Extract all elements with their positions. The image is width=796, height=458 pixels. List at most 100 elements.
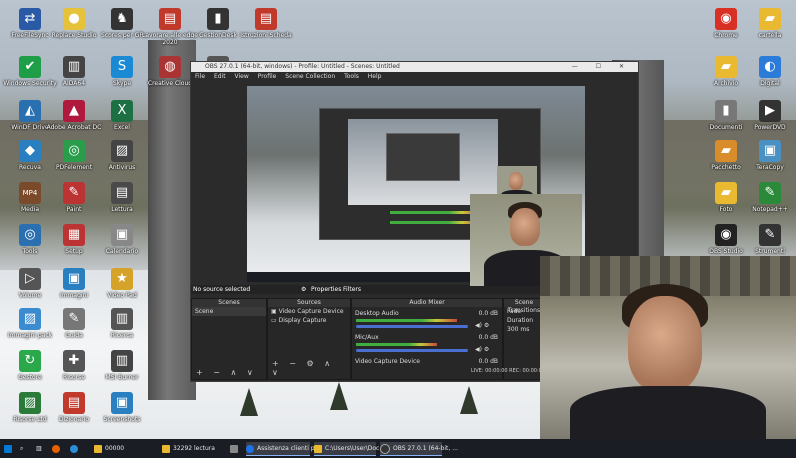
- desktop-icon-label: TeraCopy: [756, 164, 784, 171]
- desktop-icon-label: Excel: [114, 124, 130, 131]
- app-icon: ▥: [111, 350, 133, 372]
- mixer-channel-db: 0.0 dB: [478, 310, 498, 317]
- desktop-icon[interactable]: ✎ Strumenti: [742, 224, 796, 255]
- desktop-icon-label: Istruzioni Scheda: [240, 32, 292, 39]
- source-item[interactable]: ▭ Display Capture: [268, 316, 350, 325]
- volume-slider[interactable]: [356, 325, 468, 328]
- nested-audio-meter: [390, 221, 480, 224]
- search-icon[interactable]: ⌕: [20, 442, 23, 455]
- desktop-icon[interactable]: ▥ MSI Burner: [94, 350, 150, 381]
- speaker-icon[interactable]: ◀) ⚙: [472, 345, 489, 354]
- scene-item[interactable]: Scene: [192, 307, 266, 316]
- filters-button[interactable]: Filters: [343, 285, 361, 294]
- taskbar-item-explorer[interactable]: C:\Users\User\Doc...: [314, 442, 385, 456]
- desktop-icon[interactable]: ◐ Digital: [742, 56, 796, 87]
- desktop-icon-label: Ricerca: [110, 332, 134, 339]
- no-source-label: No source selected: [193, 286, 251, 293]
- desktop-icon-label: Video Pad: [107, 292, 137, 299]
- app-icon: ▤: [159, 8, 181, 30]
- menu-view[interactable]: View: [235, 73, 249, 80]
- desktop-icon[interactable]: ▣ Screenshots: [94, 392, 150, 423]
- folder-icon: [314, 444, 322, 453]
- app-icon: ▰: [759, 8, 781, 30]
- mixer-channel-name: Video Capture Device: [355, 358, 421, 365]
- transition-duration[interactable]: Duration 300 ms: [504, 316, 544, 334]
- app-icon: ●: [63, 8, 85, 30]
- app-icon: ◎: [19, 224, 41, 246]
- scene-controls[interactable]: + − ∧ ∨: [196, 368, 257, 377]
- app-icon: ⇄: [19, 8, 41, 30]
- audio-level-meter: [356, 319, 457, 322]
- app-icon: ✎: [63, 308, 85, 330]
- desktop-icon[interactable]: ▥ Ricerca: [94, 308, 150, 339]
- obs-menubar: File Edit View Profile Scene Collection …: [191, 72, 638, 81]
- app-icon: ★: [111, 268, 133, 290]
- app-icon: ◉: [715, 8, 737, 30]
- monitor-icon: ▭: [271, 317, 279, 324]
- menu-help[interactable]: Help: [368, 73, 382, 80]
- app-icon: ▣: [759, 140, 781, 162]
- app-icon: ▨: [111, 140, 133, 162]
- background-tower: [148, 40, 196, 400]
- menu-edit[interactable]: Edit: [214, 73, 226, 80]
- taskbar-item[interactable]: 00000: [94, 442, 154, 455]
- app-icon: X: [111, 100, 133, 122]
- firefox-icon[interactable]: [52, 442, 63, 455]
- sources-header: Sources: [268, 299, 350, 307]
- app-icon: ◆: [19, 140, 41, 162]
- app-icon: ▣: [111, 392, 133, 414]
- window-controls[interactable]: — ☐ ✕: [572, 62, 632, 72]
- app-icon: ▨: [19, 392, 41, 414]
- app-icon: ▰: [715, 56, 737, 78]
- mixer-channel-db: 0.0 dB: [478, 358, 498, 365]
- properties-button[interactable]: Properties: [311, 285, 341, 294]
- mixer-channel-name: Desktop Audio: [355, 310, 399, 317]
- app-icon: ✔: [19, 56, 41, 78]
- app-icon: ▶: [759, 100, 781, 122]
- app-icon: ✎: [759, 182, 781, 204]
- desktop-icon[interactable]: ▶ PowerDVD: [742, 100, 796, 131]
- taskbar-item-chrome[interactable]: Assistenza clienti pr...: [246, 442, 322, 456]
- app-icon: ✚: [63, 350, 85, 372]
- webcam-large: [540, 256, 796, 439]
- desktop-icon-label: Strumenti: [755, 248, 785, 255]
- gear-icon[interactable]: ⚙: [301, 285, 306, 294]
- speaker-icon[interactable]: ◀) ⚙: [472, 321, 489, 330]
- app-icon: ↻: [19, 350, 41, 372]
- desktop-icon-label: Notepad++: [752, 206, 788, 213]
- desktop-icon[interactable]: ✎ Notepad++: [742, 182, 796, 213]
- obs-titlebar[interactable]: OBS 27.0.1 (64-bit, windows) - Profile: …: [191, 62, 638, 72]
- menu-scene-collection[interactable]: Scene Collection: [285, 73, 335, 80]
- app-icon: ▰: [715, 140, 737, 162]
- edge-icon[interactable]: [70, 442, 81, 455]
- terminal-icon[interactable]: [230, 442, 241, 455]
- taskview-icon[interactable]: ▥: [36, 442, 42, 455]
- taskbar-item[interactable]: 32292 lectura: [162, 442, 224, 455]
- start-button[interactable]: [4, 442, 16, 455]
- desktop-icon[interactable]: ▨ Antivirus: [94, 140, 150, 171]
- app-icon: ▲: [63, 100, 85, 122]
- desktop-icon[interactable]: ★ Video Pad: [94, 268, 150, 299]
- taskbar-item-obs[interactable]: OBS 27.0.1 (64-bit, ...: [380, 442, 458, 456]
- source-item[interactable]: ▣ Video Capture Device: [268, 307, 350, 316]
- desktop-icon-label: Calendario: [105, 248, 139, 255]
- background-tree: [330, 382, 348, 410]
- desktop-icon-label: cartella: [758, 32, 782, 39]
- app-icon: ◭: [19, 100, 41, 122]
- chrome-icon: [246, 444, 254, 453]
- desktop-icon[interactable]: ▣ Calendario: [94, 224, 150, 255]
- menu-file[interactable]: File: [195, 73, 205, 80]
- app-icon: ▣: [111, 224, 133, 246]
- menu-profile[interactable]: Profile: [258, 73, 277, 80]
- desktop-icon[interactable]: ▤ Istruzioni Scheda: [238, 8, 294, 39]
- source-controls[interactable]: + − ⚙ ∧ ∨: [272, 359, 350, 377]
- app-icon: ▥: [63, 56, 85, 78]
- desktop-icon[interactable]: ▣ TeraCopy: [742, 140, 796, 171]
- app-icon: ▤: [255, 8, 277, 30]
- desktop-icon[interactable]: X Excel: [94, 100, 150, 131]
- taskbar: ⌕ ▥ 00000 32292 lectura Assistenza clien…: [0, 439, 796, 458]
- menu-tools[interactable]: Tools: [344, 73, 359, 80]
- volume-slider[interactable]: [356, 349, 468, 352]
- desktop-icon[interactable]: ▤ Lettura: [94, 182, 150, 213]
- desktop-icon[interactable]: ▰ cartella: [742, 8, 796, 39]
